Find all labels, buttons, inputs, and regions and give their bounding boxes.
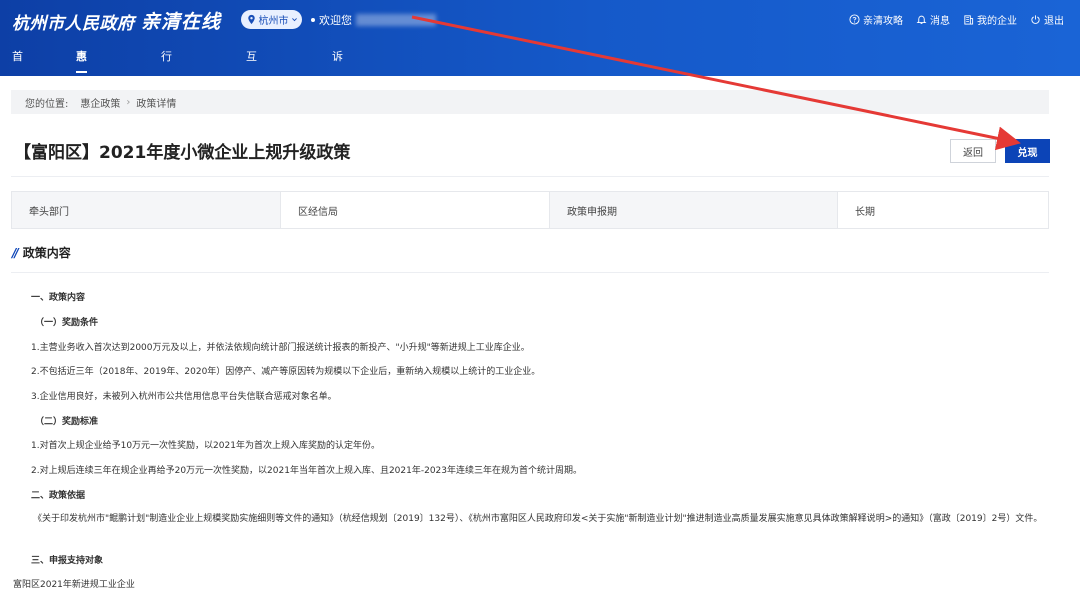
my-company-link[interactable]: 我的企业 xyxy=(963,12,1017,27)
top-header: 杭州市人民政府 亲清在线 杭州市 欢迎您 亲清攻略 消息 我的企业 退出 首页 … xyxy=(0,0,1080,141)
city-selector[interactable]: 杭州市 xyxy=(241,10,302,29)
double-slash-icon: // xyxy=(12,245,19,260)
masked-username xyxy=(356,14,436,26)
redeem-button[interactable]: 兑现 xyxy=(1005,139,1050,163)
breadcrumb-item-detail: 政策详情 xyxy=(136,98,177,110)
policy-info-table: 牵头部门 区经信局 政策申报期 长期 xyxy=(11,191,1049,229)
breadcrumb: 您的位置: 惠企政策 › 政策详情 xyxy=(11,90,1049,114)
back-button[interactable]: 返回 xyxy=(950,139,996,163)
bullet-dot xyxy=(311,18,315,22)
chevron-down-icon xyxy=(291,18,297,22)
location-pin-icon xyxy=(247,14,255,25)
content-subheading: （一）奖励条件 xyxy=(35,318,99,328)
nav-item-home[interactable]: 首页 xyxy=(12,44,23,89)
dept-label: 牵头部门 xyxy=(12,192,281,228)
period-value: 长期 xyxy=(855,206,875,218)
welcome-text: 欢迎您 xyxy=(319,14,352,27)
section-title: 政策内容 xyxy=(22,246,71,260)
content-heading: 一、政策内容 xyxy=(31,293,86,303)
content-paragraph: 富阳区2021年新进规工业企业 xyxy=(13,580,135,590)
content-paragraph: 1.对首次上规企业给予10万元一次性奖励，以2021年为首次上规入库奖励的认定年… xyxy=(31,441,380,451)
nav-item-interaction[interactable]: 互动交流 xyxy=(246,44,257,141)
bell-icon xyxy=(916,15,927,24)
content-paragraph: 2.对上规后连续三年在规企业再给予20万元一次性奖励，以2021年当年首次上规入… xyxy=(31,466,583,476)
site-slogan: 亲清在线 xyxy=(141,11,222,33)
guide-link[interactable]: 亲清攻略 xyxy=(849,12,903,27)
page-title: 【富阳区】2021年度小微企业上规升级政策 xyxy=(14,143,351,163)
header-links: 亲清攻略 消息 我的企业 退出 xyxy=(849,12,1064,27)
content-paragraph: 《关于印发杭州市"鲲鹏计划"制造业企业上规模奖励实施细则等文件的通知》（杭经信规… xyxy=(33,514,1043,524)
question-circle-icon xyxy=(849,14,860,25)
content-paragraph: 1.主营业务收入首次达到2000万元及以上，并依法依规向统计部门报送统计报表的新… xyxy=(31,343,530,353)
breadcrumb-prefix: 您的位置: xyxy=(25,98,69,110)
breadcrumb-separator: › xyxy=(126,96,131,108)
nav-item-permits[interactable]: 行政许可 xyxy=(161,44,172,141)
dept-value: 区经信局 xyxy=(281,192,550,228)
period-label: 政策申报期 xyxy=(550,192,838,228)
nav-item-appeals[interactable]: 诉求直达 xyxy=(332,44,343,141)
power-icon xyxy=(1031,15,1040,24)
content-paragraph: 3.企业信用良好，未被列入杭州市公共信用信息平台失信联合惩戒对象名单。 xyxy=(31,392,337,402)
content-heading: 二、政策依据 xyxy=(31,491,86,501)
messages-link[interactable]: 消息 xyxy=(916,12,950,27)
messages-link-label: 消息 xyxy=(930,16,950,27)
divider xyxy=(11,272,1049,273)
building-icon xyxy=(964,15,974,25)
site-logo[interactable]: 杭州市人民政府 xyxy=(12,9,135,34)
divider xyxy=(11,176,1049,177)
content-paragraph: 2.不包括近三年（2018年、2019年、2020年）因停产、减产等原因转为规模… xyxy=(31,367,541,377)
my-company-link-label: 我的企业 xyxy=(977,16,1017,27)
logout-link-label: 退出 xyxy=(1044,16,1064,27)
guide-link-label: 亲清攻略 xyxy=(863,16,903,27)
nav-item-policies[interactable]: 惠企政策 xyxy=(76,44,87,141)
welcome-message: 欢迎您 xyxy=(311,12,436,28)
logout-link[interactable]: 退出 xyxy=(1030,12,1064,27)
content-heading: 三、申报支持对象 xyxy=(31,556,104,566)
breadcrumb-item-policies[interactable]: 惠企政策 xyxy=(80,95,120,110)
content-subheading: （二）奖励标准 xyxy=(35,417,99,427)
section-heading: // 政策内容 xyxy=(12,244,71,261)
city-name: 杭州市 xyxy=(258,16,289,27)
